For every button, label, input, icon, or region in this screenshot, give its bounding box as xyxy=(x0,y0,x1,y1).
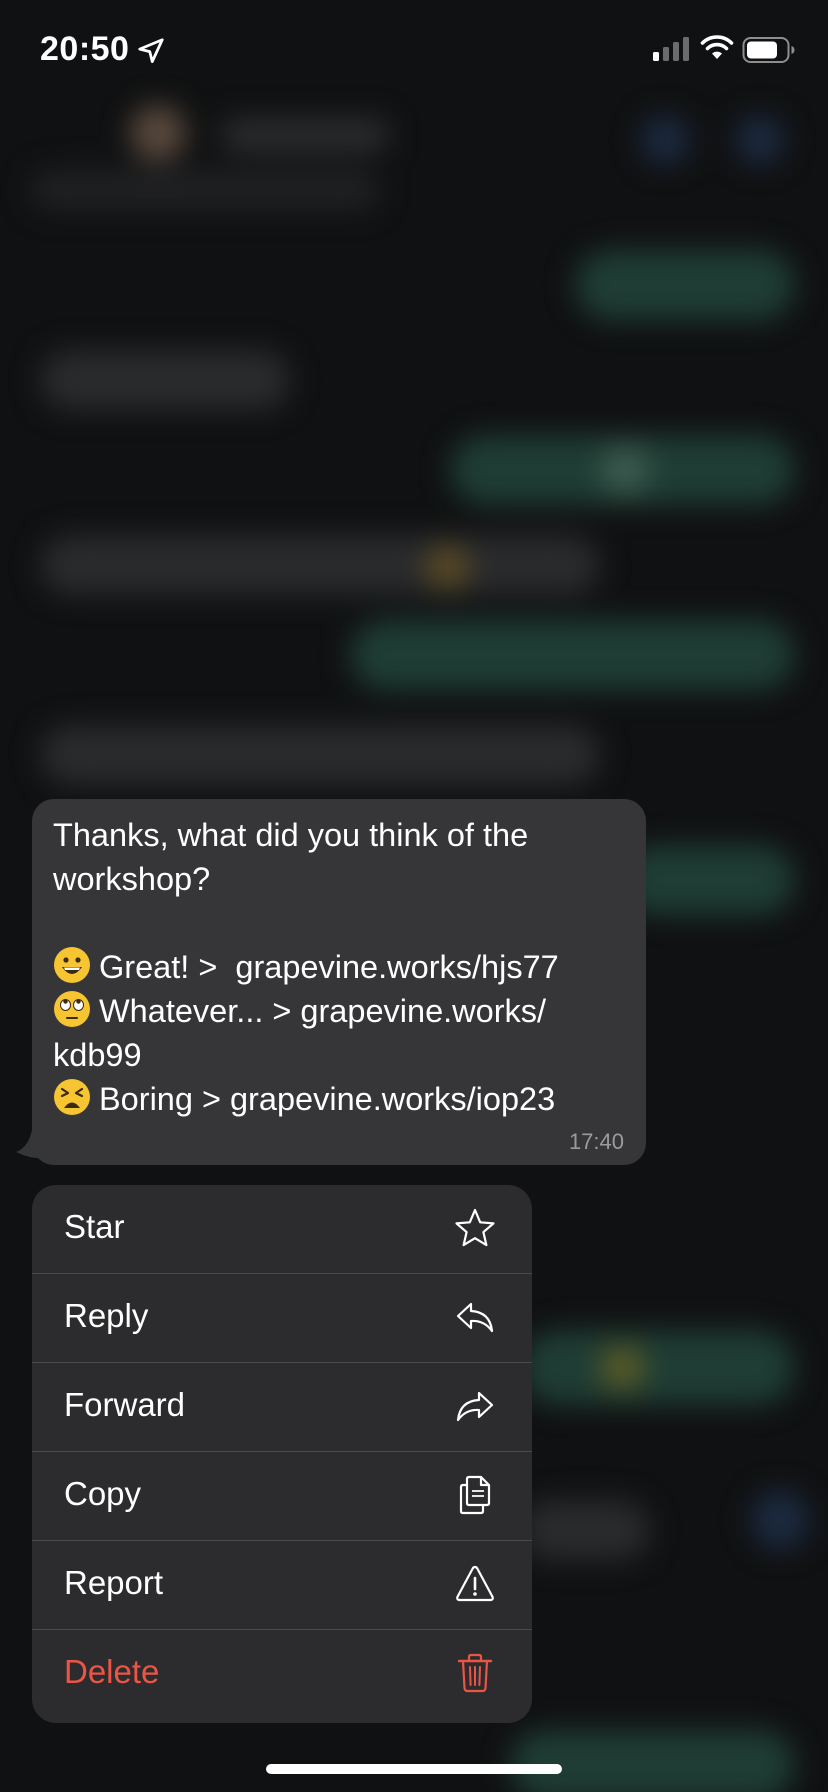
message-option-whatever[interactable]: Whatever... > grapevine.works/ kdb99 xyxy=(53,991,547,1073)
trash-icon xyxy=(457,1653,493,1693)
chat-screen: 20:50 Thanks, what did you think of the … xyxy=(0,0,828,1792)
home-indicator[interactable] xyxy=(266,1764,562,1774)
option-great-text: Great! > grapevine.works/hjs77 xyxy=(99,949,559,985)
warning-icon xyxy=(456,1565,494,1602)
star-icon xyxy=(455,1208,495,1247)
menu-item-copy[interactable]: Copy xyxy=(32,1452,532,1541)
forward-icon xyxy=(456,1391,494,1422)
menu-item-label: Reply xyxy=(64,1297,149,1334)
copy-icon xyxy=(459,1475,491,1515)
menu-item-reply[interactable]: Reply xyxy=(32,1274,532,1363)
menu-item-report[interactable]: Report xyxy=(32,1541,532,1630)
rolling-eyes-face-icon xyxy=(54,991,90,1027)
menu-item-star[interactable]: Star xyxy=(32,1185,532,1274)
battery-icon xyxy=(742,37,795,63)
weary-face-icon xyxy=(54,1079,90,1115)
message-option-great[interactable]: Great! > grapevine.works/hjs77 xyxy=(53,947,559,985)
message-option-boring[interactable]: Boring > grapevine.works/iop23 xyxy=(53,1079,556,1117)
menu-item-delete[interactable]: Delete xyxy=(32,1630,532,1721)
menu-item-label: Copy xyxy=(64,1475,142,1512)
grinning-face-icon xyxy=(54,947,90,983)
option-whatever-text: Whatever... > grapevine.works/ kdb99 xyxy=(53,993,547,1073)
message-timestamp: 17:40 xyxy=(568,1129,624,1154)
signal-icon xyxy=(653,37,689,61)
option-boring-text: Boring > grapevine.works/iop23 xyxy=(99,1081,556,1117)
status-bar: 20:50 xyxy=(0,0,828,100)
reply-icon xyxy=(456,1302,494,1333)
message-context-menu: Star Reply Forward Copy Report Delete xyxy=(32,1185,532,1723)
menu-item-label: Star xyxy=(64,1208,125,1245)
location-arrow-icon xyxy=(138,38,164,63)
message-bubble[interactable]: Thanks, what did you think of the worksh… xyxy=(32,799,646,1165)
message-line1: Thanks, what did you think of the worksh… xyxy=(53,817,538,897)
wifi-icon xyxy=(700,35,734,59)
menu-item-forward[interactable]: Forward xyxy=(32,1363,532,1452)
menu-item-label: Delete xyxy=(64,1653,160,1690)
menu-item-label: Forward xyxy=(64,1386,186,1423)
message-text: Thanks, what did you think of the worksh… xyxy=(53,813,626,1121)
status-time: 20:50 xyxy=(40,30,130,68)
menu-item-label: Report xyxy=(64,1564,164,1601)
